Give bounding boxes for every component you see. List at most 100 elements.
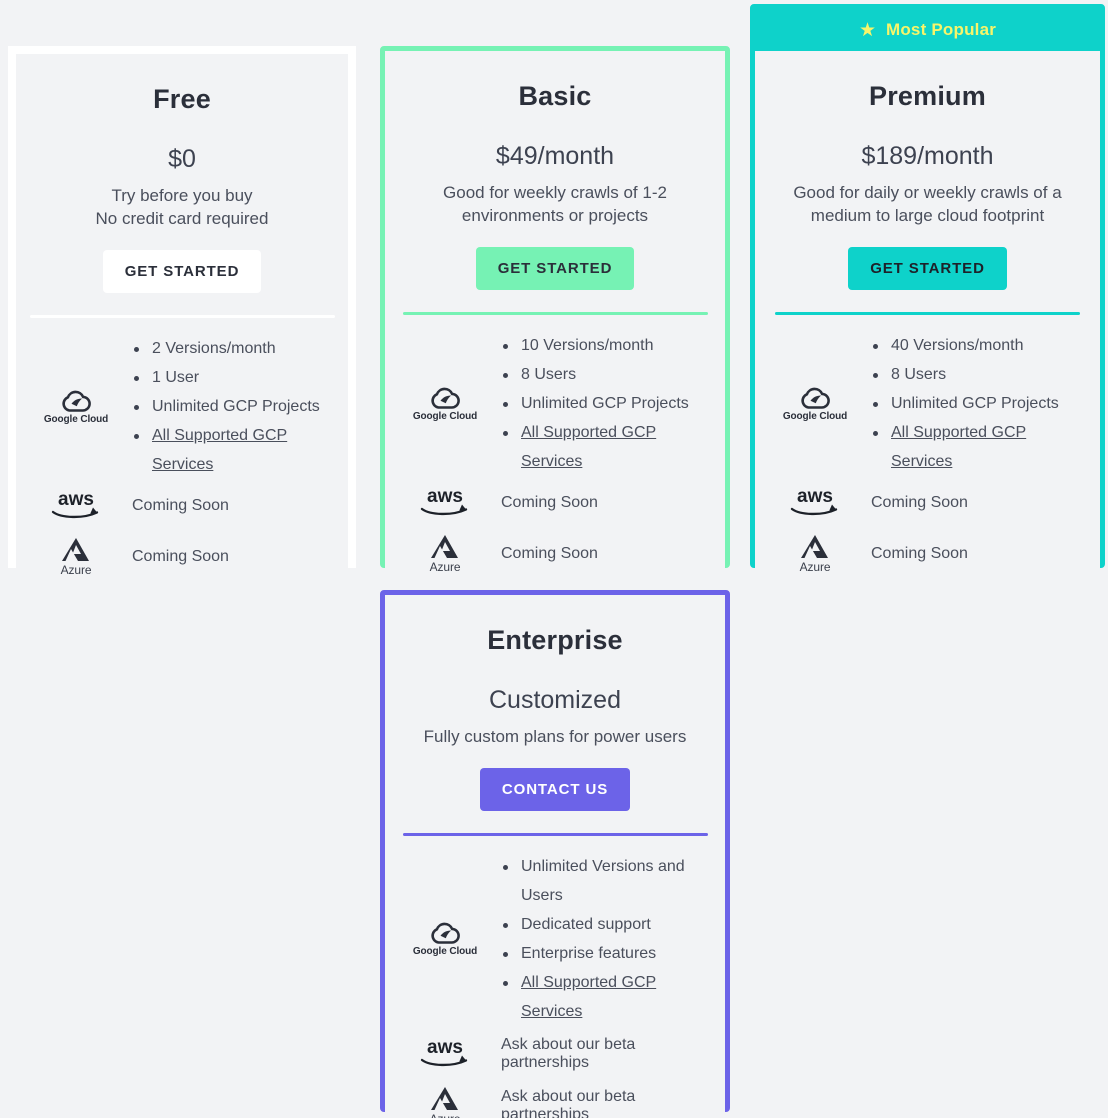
aws-status-basic: Coming Soon (501, 494, 598, 511)
provider-row-azure-basic: Azure Coming Soon (399, 534, 711, 574)
plan-body-premium: Premium $189/month Good for daily or wee… (755, 51, 1100, 574)
get-started-button-basic[interactable]: GET STARTED (475, 247, 635, 290)
azure-status-basic: Coming Soon (501, 545, 598, 562)
aws-icon: aws (420, 1037, 468, 1067)
feature-item: Unlimited Versions and Users (501, 852, 711, 910)
svg-text:aws: aws (58, 489, 94, 510)
feature-text: 2 Versions/month (152, 340, 276, 357)
pricing-card-enterprise: Enterprise Customized Fully custom plans… (380, 590, 730, 1118)
plan-price-free: $0 (168, 145, 196, 173)
feature-list-free: 2 Versions/month 1 User Unlimited GCP Pr… (122, 334, 334, 479)
provider-row-gcp-premium: Google Cloud 40 Versions/month 8 Users U… (769, 331, 1086, 476)
svg-text:aws: aws (427, 486, 463, 507)
supported-services-link[interactable]: All Supported GCP Services (521, 424, 656, 470)
google-cloud-logo: Google Cloud (399, 386, 491, 422)
plan-body-basic: Basic $49/month Good for weekly crawls o… (385, 51, 725, 574)
aws-icon: aws (51, 489, 99, 519)
azure-label: Azure (429, 560, 461, 574)
feature-item: 8 Users (871, 360, 1086, 389)
star-icon: ★ (858, 19, 876, 41)
plan-desc-line-1: Good for daily or weekly crawls of a (793, 183, 1062, 202)
supported-services-link[interactable]: All Supported GCP Services (891, 424, 1026, 470)
supported-services-link[interactable]: All Supported GCP Services (521, 974, 656, 1020)
feature-item: Dedicated support (501, 910, 711, 939)
card-inner-enterprise: Enterprise Customized Fully custom plans… (385, 595, 725, 1118)
feature-text: 1 User (152, 369, 200, 386)
google-cloud-label: Google Cloud (43, 413, 109, 425)
plan-description-premium: Good for daily or weekly crawls of a med… (793, 181, 1061, 227)
feature-text: Unlimited GCP Projects (891, 395, 1059, 412)
get-started-button-premium[interactable]: GET STARTED (848, 247, 1007, 290)
feature-text: Enterprise features (521, 945, 657, 962)
providers-free: Google Cloud 2 Versions/month 1 User Unl… (16, 318, 348, 577)
plan-description-basic: Good for weekly crawls of 1-2 environmen… (443, 181, 667, 227)
plan-title-free: Free (153, 84, 211, 114)
cloud-icon (62, 390, 91, 412)
aws-status-free: Coming Soon (132, 497, 229, 514)
feature-text: 40 Versions/month (891, 337, 1024, 354)
plan-desc-line-2: No credit card required (95, 209, 269, 228)
aws-icon: aws (420, 486, 468, 516)
pricing-page: Free $0 Try before you buy No credit car… (0, 0, 1108, 1118)
supported-services-link[interactable]: All Supported GCP Services (152, 427, 287, 473)
plan-desc-line-2: medium to large cloud footprint (810, 206, 1045, 225)
feature-item: Unlimited GCP Projects (871, 389, 1086, 418)
plan-title-basic: Basic (518, 81, 592, 111)
feature-item-link[interactable]: All Supported GCP Services (132, 421, 334, 479)
feature-text: 8 Users (521, 366, 577, 383)
feature-item: Enterprise features (501, 939, 711, 968)
plan-desc-line-1: Try before you buy (111, 186, 253, 205)
feature-item-link[interactable]: All Supported GCP Services (501, 968, 711, 1026)
provider-row-gcp-free: Google Cloud 2 Versions/month 1 User Unl… (30, 334, 334, 479)
plan-title-premium: Premium (869, 81, 986, 111)
plan-desc-line-2: environments or projects (461, 206, 649, 225)
card-inner-free: Free $0 Try before you buy No credit car… (16, 54, 348, 577)
aws-logo: aws (399, 486, 491, 520)
plan-description-enterprise: Fully custom plans for power users (424, 725, 687, 748)
feature-text: Dedicated support (521, 916, 651, 933)
svg-text:aws: aws (797, 486, 833, 507)
google-cloud-logo: Google Cloud (399, 921, 491, 957)
feature-item: Unlimited GCP Projects (132, 392, 334, 421)
azure-status-free: Coming Soon (132, 548, 229, 565)
feature-item-link[interactable]: All Supported GCP Services (871, 418, 1086, 476)
svg-text:aws: aws (427, 1037, 463, 1058)
google-cloud-logo: Google Cloud (769, 386, 861, 422)
providers-enterprise: Google Cloud Unlimited Versions and User… (385, 836, 725, 1118)
provider-row-azure-enterprise: Azure Ask about our beta partnerships (399, 1086, 711, 1118)
plan-title-enterprise: Enterprise (487, 625, 623, 655)
provider-row-azure-free: Azure Coming Soon (30, 537, 334, 577)
feature-item: 10 Versions/month (501, 331, 711, 360)
cloud-icon (801, 387, 830, 409)
pricing-card-premium: ★ Most Popular Premium $189/month Good f… (750, 4, 1105, 574)
providers-premium: Google Cloud 40 Versions/month 8 Users U… (755, 315, 1100, 574)
feature-item: 1 User (132, 363, 334, 392)
pricing-card-free: Free $0 Try before you buy No credit car… (8, 46, 356, 577)
azure-icon (801, 535, 828, 558)
most-popular-banner: ★ Most Popular (755, 9, 1100, 51)
azure-logo: Azure (769, 534, 861, 574)
plan-desc-line-1: Fully custom plans for power users (423, 727, 687, 746)
feature-item-link[interactable]: All Supported GCP Services (501, 418, 711, 476)
google-cloud-label: Google Cloud (782, 410, 848, 422)
feature-item: Unlimited GCP Projects (501, 389, 711, 418)
azure-label: Azure (430, 1112, 461, 1118)
most-popular-label: Most Popular (885, 20, 997, 39)
provider-row-azure-premium: Azure Coming Soon (769, 534, 1086, 574)
provider-row-aws-free: aws Coming Soon (30, 489, 334, 523)
feature-text: Unlimited GCP Projects (521, 395, 689, 412)
feature-item: 40 Versions/month (871, 331, 1086, 360)
aws-logo: aws (399, 1037, 491, 1071)
feature-item: 2 Versions/month (132, 334, 334, 363)
plan-price-premium: $189/month (861, 142, 994, 170)
google-cloud-logo: Google Cloud (30, 389, 122, 425)
contact-us-button[interactable]: CONTACT US (479, 768, 631, 811)
aws-logo: aws (769, 486, 861, 520)
provider-row-aws-premium: aws Coming Soon (769, 486, 1086, 520)
azure-icon (431, 535, 458, 558)
get-started-button-free[interactable]: GET STARTED (102, 250, 262, 293)
azure-logo: Azure (30, 537, 122, 577)
cloud-icon (431, 387, 460, 409)
provider-row-aws-basic: aws Coming Soon (399, 486, 711, 520)
feature-text: Unlimited Versions and Users (521, 858, 685, 904)
